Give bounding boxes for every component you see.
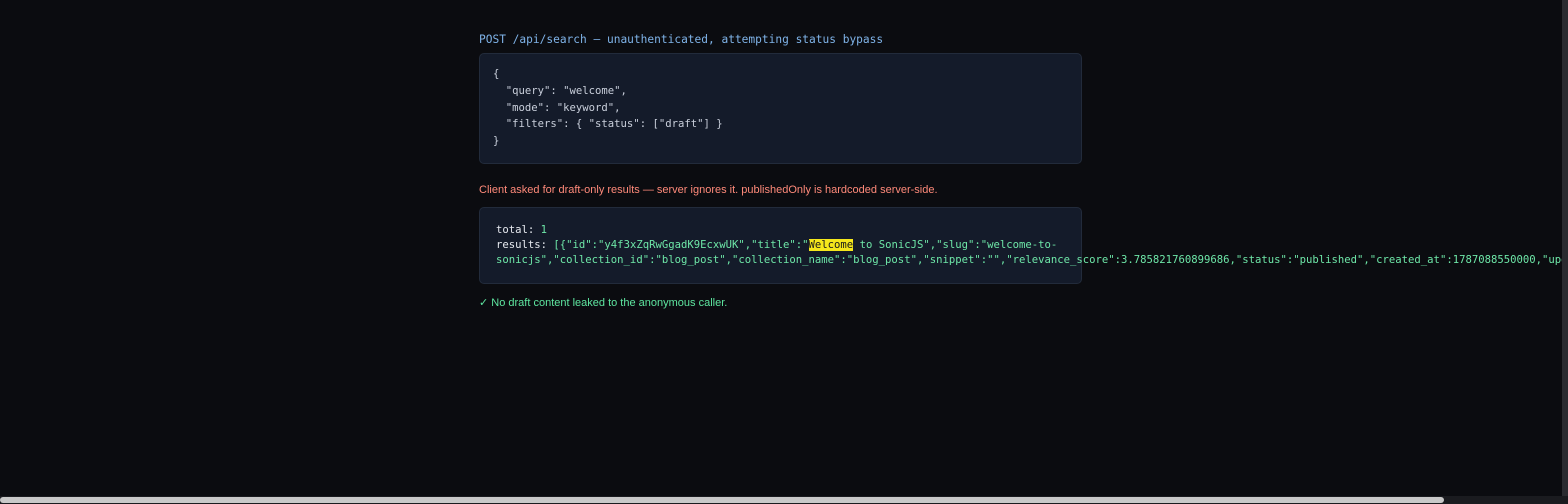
request-body-line: "filters": { "status": ["draft"] } bbox=[493, 118, 723, 130]
results-key: results: bbox=[496, 239, 554, 251]
request-body-panel: { "query": "welcome", "mode": "keyword",… bbox=[479, 53, 1082, 164]
response-results-continuation: sonicjs","collection_id":"blog_post","co… bbox=[496, 254, 1568, 266]
response-panel: total: 1 results: [{"id":"y4f3xZqRwGgadK… bbox=[479, 207, 1568, 284]
success-message: ✓ No draft content leaked to the anonymo… bbox=[479, 297, 728, 309]
horizontal-scrollbar-thumb[interactable] bbox=[0, 497, 1444, 503]
response-total-line: total: 1 bbox=[496, 223, 547, 237]
request-body-line: "query": "welcome", bbox=[493, 85, 627, 97]
total-value: 1 bbox=[540, 224, 548, 236]
search-term-highlight: Welcome bbox=[808, 239, 854, 251]
total-key: total: bbox=[496, 224, 541, 236]
results-json-part: to SonicJS","slug":"welcome-to- bbox=[853, 239, 1058, 251]
results-json-part: [{"id":"y4f3xZqRwGgadK9EcxwUK","title":" bbox=[553, 239, 809, 251]
request-body-line: "mode": "keyword", bbox=[493, 102, 621, 114]
vertical-scrollbar[interactable] bbox=[1562, 0, 1568, 496]
response-results-line: results: [{"id":"y4f3xZqRwGgadK9EcxwUK",… bbox=[496, 238, 1057, 252]
request-body-line: } bbox=[493, 135, 500, 147]
server-note: Client asked for draft-only results — se… bbox=[479, 184, 938, 196]
request-body-line: { bbox=[493, 68, 500, 80]
request-title: POST /api/search — unauthenticated, atte… bbox=[479, 33, 884, 46]
